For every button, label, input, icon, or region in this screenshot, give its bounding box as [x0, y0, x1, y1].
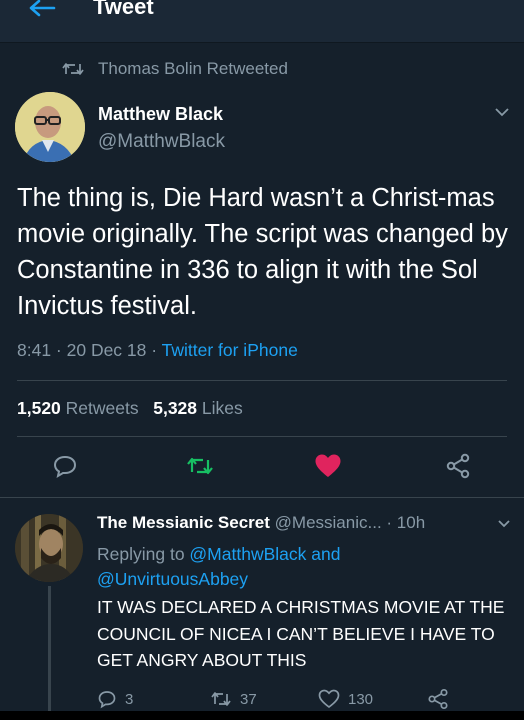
tweet-meta: 8:41 · 20 Dec 18 · Twitter for iPhone	[17, 340, 298, 361]
chevron-down-icon[interactable]	[497, 519, 511, 529]
reply-share-button[interactable]	[427, 686, 457, 712]
replying-and: and	[306, 544, 341, 564]
retweets-count: 1,520	[17, 398, 61, 418]
replying-prefix: Replying to	[97, 544, 190, 564]
share-button[interactable]	[440, 448, 476, 484]
thread-line	[48, 586, 51, 720]
retweets-label: Retweets	[65, 398, 139, 418]
top-bar: Tweet	[0, 0, 524, 43]
tweet-source-link[interactable]: Twitter for iPhone	[162, 340, 298, 360]
reply-author-photo	[15, 514, 83, 582]
author-handle[interactable]: @MatthwBlack	[98, 131, 225, 153]
reply-avatar[interactable]	[15, 514, 83, 582]
retweeted-by[interactable]: Thomas Bolin Retweeted	[62, 57, 288, 81]
tweet-actions	[0, 448, 524, 484]
retweets-stat[interactable]: 1,520 Retweets	[17, 398, 139, 418]
likes-stat[interactable]: 5,328 Likes	[153, 398, 243, 418]
reply-timestamp: · 10h	[386, 513, 426, 532]
retweet-count: 37	[240, 690, 257, 708]
avatar[interactable]	[15, 92, 85, 162]
reply-like-button[interactable]: 130	[318, 686, 373, 712]
reply-icon	[98, 691, 116, 709]
reply-author-handle[interactable]: @Messianic...	[275, 513, 382, 532]
share-icon	[428, 688, 448, 710]
reply-button[interactable]	[47, 448, 83, 484]
tweet-stats: 1,520 Retweets 5,328 Likes	[17, 398, 243, 419]
divider	[17, 380, 507, 381]
chevron-down-icon[interactable]	[494, 106, 510, 118]
tweet-text: The thing is, Die Hard wasn’t a Christ-m…	[17, 184, 508, 320]
divider	[17, 436, 507, 437]
share-icon	[446, 453, 470, 479]
page-title: Tweet	[93, 0, 154, 19]
replying-to: Replying to @MatthwBlack and @Unvirtuous…	[97, 542, 507, 592]
like-button[interactable]	[310, 448, 346, 484]
arrow-left-icon[interactable]	[26, 0, 56, 20]
reply-count: 3	[125, 690, 134, 708]
reply-reply-button[interactable]: 3	[97, 686, 133, 712]
tweet-timestamp: 8:41 · 20 Dec 18 ·	[17, 340, 162, 360]
mention-link[interactable]: @MatthwBlack	[189, 544, 306, 564]
retweet-icon	[62, 63, 84, 75]
reply-icon	[53, 455, 77, 479]
reply-retweet-button[interactable]: 37	[210, 686, 257, 712]
bottom-bar	[0, 711, 524, 720]
reply-text: IT WAS DECLARED A CHRISTMAS MOVIE AT THE…	[97, 597, 505, 670]
author-name[interactable]: Matthew Black	[98, 104, 223, 125]
mention-link[interactable]: @UnvirtuousAbbey	[97, 569, 248, 589]
retweet-button[interactable]	[182, 448, 218, 484]
likes-count: 5,328	[153, 398, 198, 418]
section-divider	[0, 497, 524, 498]
heart-icon	[318, 689, 340, 709]
heart-icon	[315, 454, 341, 477]
reply-author-name[interactable]: The Messianic Secret	[97, 513, 270, 532]
likes-label: Likes	[201, 398, 243, 418]
author-photo	[15, 92, 85, 162]
reply-header: The Messianic Secret @Messianic... · 10h	[97, 513, 425, 533]
retweet-icon	[211, 692, 231, 706]
like-count: 130	[348, 690, 374, 708]
retweet-icon	[187, 457, 213, 475]
retweeted-by-text: Thomas Bolin Retweeted	[98, 59, 288, 78]
